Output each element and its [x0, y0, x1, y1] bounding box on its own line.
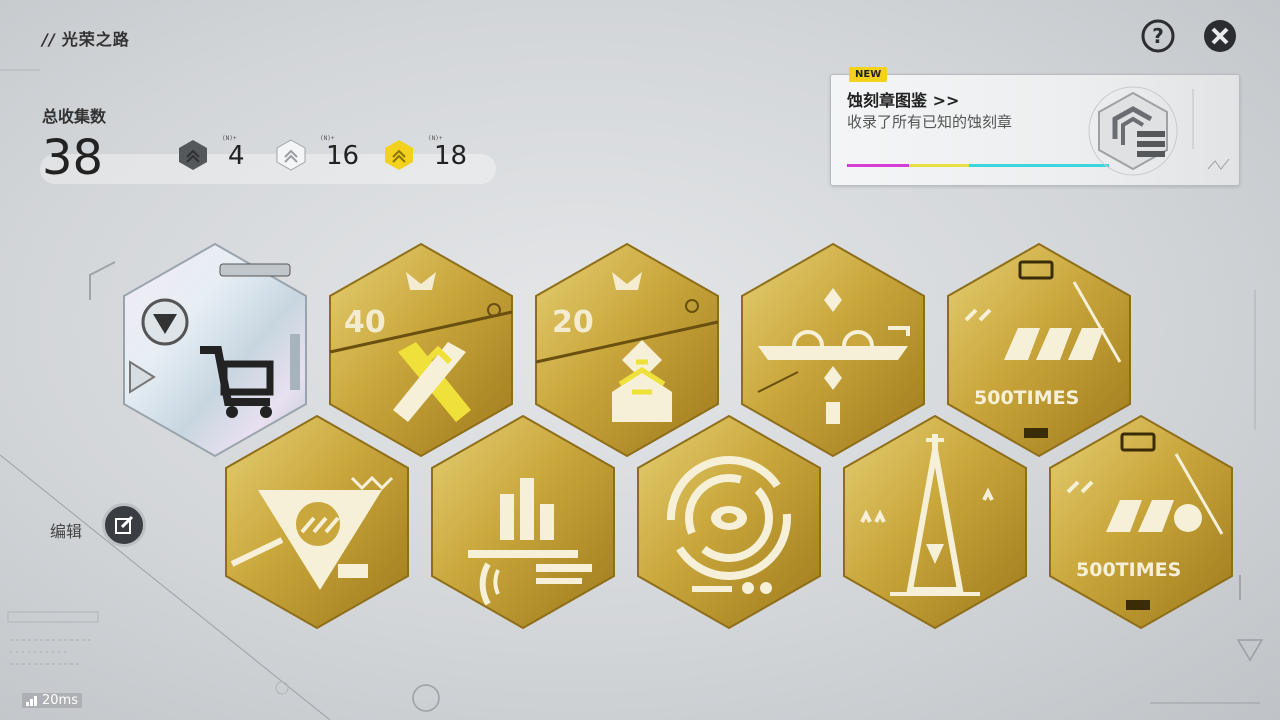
edit-button[interactable]	[102, 503, 146, 547]
stripe-yellow	[909, 164, 969, 167]
svg-text:?: ?	[1152, 24, 1164, 48]
gold-hex-icon	[385, 140, 413, 170]
total-collection-label: 总收集数	[42, 107, 107, 126]
new-badge: NEW	[849, 67, 888, 82]
medal-gold-spire[interactable]	[840, 414, 1030, 630]
medal-gold-bars[interactable]	[428, 414, 618, 630]
medal-gold-target[interactable]	[634, 414, 824, 630]
svg-text:40: 40	[344, 305, 386, 340]
dark-tier-count: 4	[228, 141, 245, 171]
dark-tier-stat: (N)+ 4	[178, 135, 245, 171]
codex-subtitle: 收录了所有已知的蚀刻章	[847, 113, 1013, 131]
dark-hex-icon	[179, 140, 207, 170]
codex-title: 蚀刻章图鉴 >>	[847, 91, 960, 110]
etching-codex-card[interactable]: NEW 蚀刻章图鉴 >> 收录了所有已知的蚀刻章	[830, 67, 1240, 186]
stripe-magenta	[847, 164, 909, 167]
medal-gold-triangle[interactable]	[222, 414, 412, 630]
question-icon: ?	[1141, 19, 1175, 53]
svg-text:500TIMES: 500TIMES	[1076, 559, 1181, 581]
network-ping: 20ms	[22, 693, 82, 708]
page-title: //光荣之路	[42, 30, 130, 49]
silver-tier-stat: (N)+ 16	[276, 135, 360, 171]
svg-text:500TIMES: 500TIMES	[974, 387, 1079, 409]
silver-tier-count: 16	[326, 141, 360, 171]
gold-tier-count: 18	[434, 141, 468, 171]
help-button[interactable]: ?	[1140, 18, 1176, 54]
svg-text:20: 20	[552, 305, 594, 340]
target-icon	[667, 456, 791, 580]
medal-gold-500-times-2[interactable]: 500TIMES	[1046, 414, 1236, 630]
total-collection-count: 38	[42, 130, 104, 186]
edit-label: 编辑	[50, 522, 83, 541]
edit-icon	[115, 515, 134, 534]
close-icon	[1204, 20, 1236, 52]
close-button[interactable]	[1202, 18, 1238, 54]
signal-icon	[26, 695, 37, 706]
codex-emblem-icon	[1088, 86, 1230, 176]
gold-tier-stat: (N)+ 18	[384, 135, 468, 171]
silver-hex-icon	[276, 139, 306, 171]
